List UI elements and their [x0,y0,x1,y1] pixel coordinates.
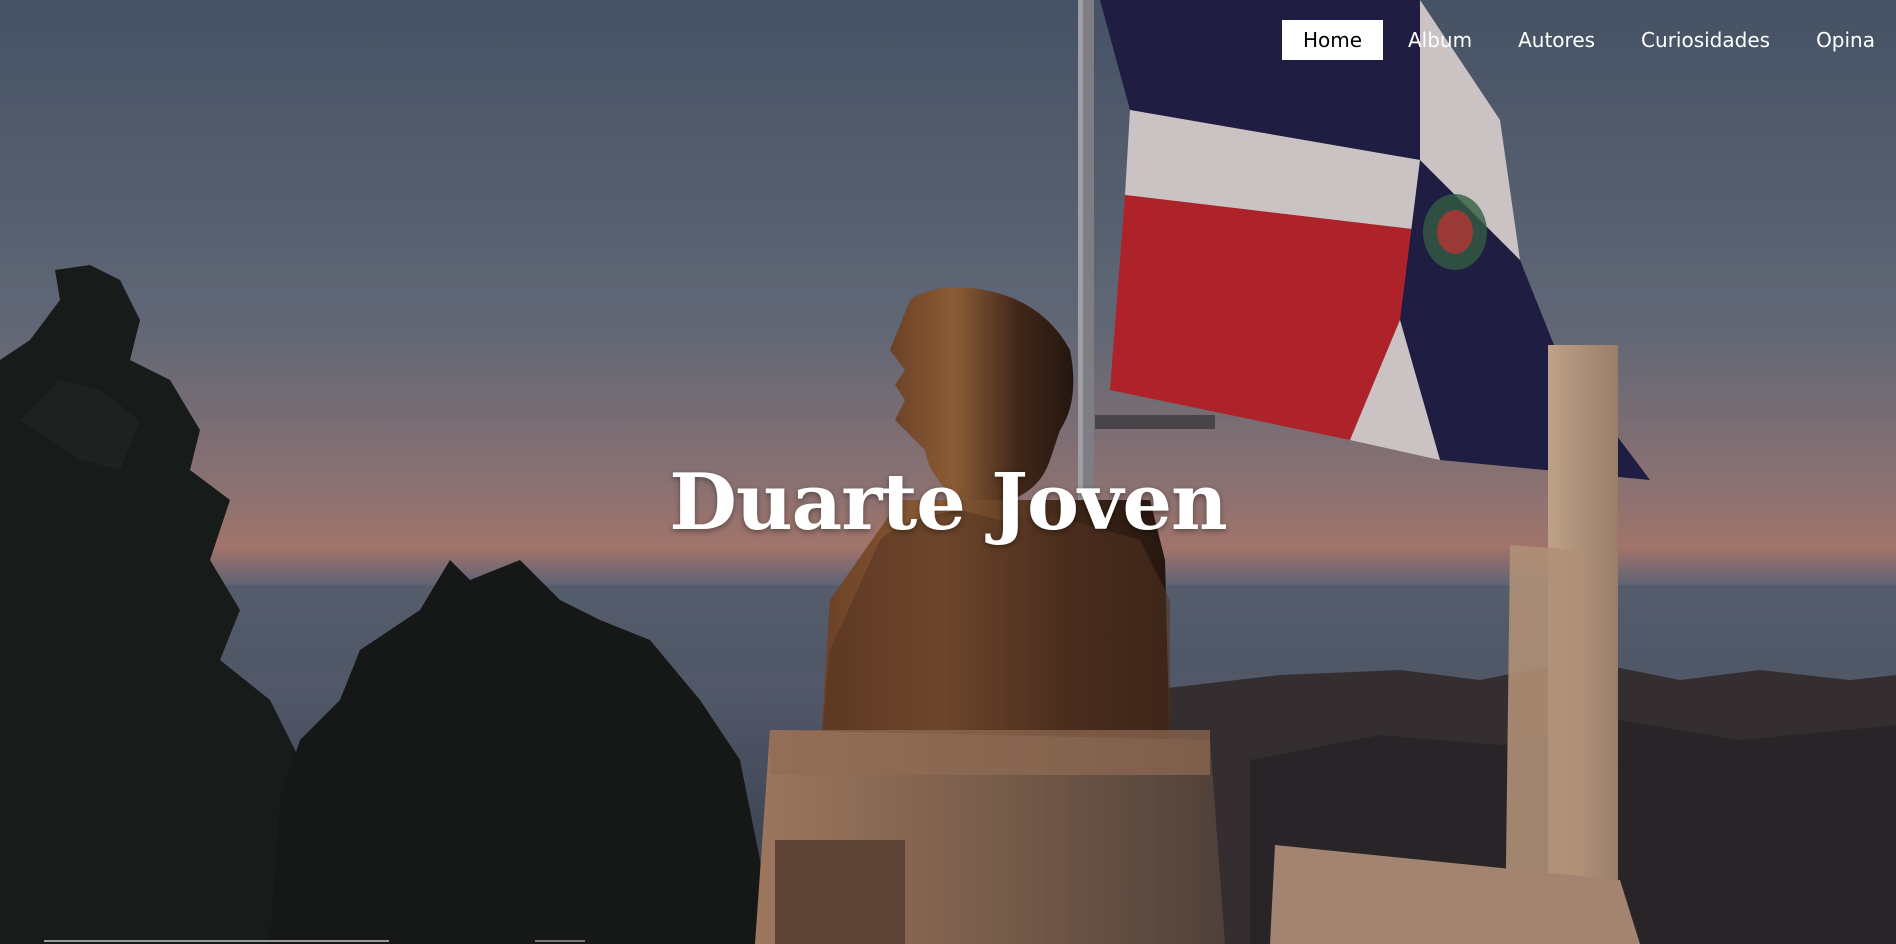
hero-title: Duarte Joven [669,457,1227,549]
bottom-divider [44,940,389,942]
main-nav: Home Album Autores Curiosidades Opina [1278,20,1896,60]
nav-autores[interactable]: Autores [1497,20,1616,60]
nav-home[interactable]: Home [1281,20,1383,60]
nav-album[interactable]: Album [1387,20,1493,60]
bottom-divider-secondary [535,940,585,942]
nav-opina[interactable]: Opina [1795,20,1896,60]
nav-curiosidades[interactable]: Curiosidades [1620,20,1791,60]
